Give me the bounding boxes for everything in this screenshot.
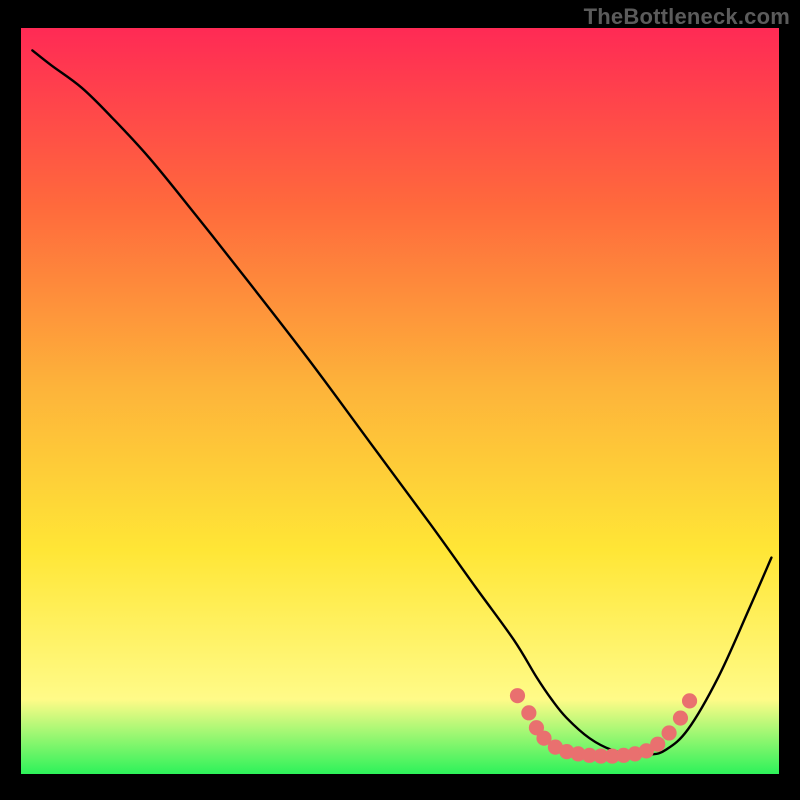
- watermark-text: TheBottleneck.com: [584, 4, 790, 30]
- optimal-dot: [510, 688, 525, 703]
- bottleneck-chart: [0, 0, 800, 800]
- optimal-dot: [650, 737, 665, 752]
- optimal-dot: [682, 693, 697, 708]
- optimal-dot: [662, 725, 677, 740]
- optimal-dot: [521, 705, 536, 720]
- optimal-dot: [673, 710, 688, 725]
